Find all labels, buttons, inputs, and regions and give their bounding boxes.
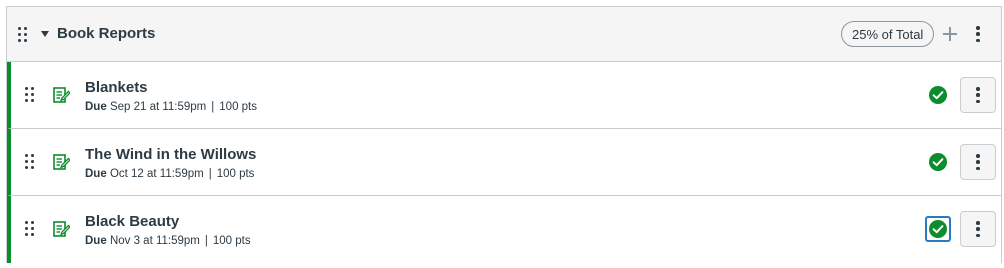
assignment-menu-button[interactable]	[960, 77, 996, 113]
kebab-menu-icon	[976, 154, 980, 170]
due-label: Due	[85, 101, 107, 113]
assignment-icon	[53, 221, 70, 237]
group-drag-handle-icon[interactable]	[18, 27, 27, 43]
kebab-menu-icon	[976, 221, 980, 237]
assignment-title-link[interactable]: Black Beauty	[85, 213, 179, 231]
due-label: Due	[85, 168, 107, 180]
assignment-menu-button[interactable]	[960, 211, 996, 247]
assignment-icon	[53, 154, 70, 170]
assignment-title-link[interactable]: Blankets	[85, 79, 148, 97]
assignment-row: The Wind in the Willows Due Oct 12 at 11…	[7, 129, 1001, 196]
group-title[interactable]: Book Reports	[57, 25, 155, 43]
group-weight-badge: 25% of Total	[841, 21, 935, 47]
assignment-title-link[interactable]: The Wind in the Willows	[85, 146, 256, 164]
kebab-menu-icon	[976, 87, 980, 103]
assignment-group-header: Book Reports 25% of Total	[7, 7, 1001, 62]
assignment-details: Due Nov 3 at 11:59pm | 100 pts	[85, 235, 251, 247]
assignment-group: Book Reports 25% of Total Blankets Due S…	[6, 6, 1002, 263]
due-date: Sep 21 at 11:59pm	[109, 101, 207, 113]
group-menu-kebab-icon[interactable]	[976, 26, 980, 42]
assignment-details: Due Oct 12 at 11:59pm | 100 pts	[85, 168, 255, 180]
due-date: Nov 3 at 11:59pm	[109, 235, 200, 247]
assignment-row: Blankets Due Sep 21 at 11:59pm | 100 pts	[7, 62, 1001, 129]
published-check-icon[interactable]	[929, 153, 947, 171]
row-drag-handle-icon[interactable]	[25, 221, 34, 237]
published-check-icon[interactable]	[929, 86, 947, 104]
assignment-row: Black Beauty Due Nov 3 at 11:59pm | 100 pt…	[7, 196, 1001, 263]
published-check-icon[interactable]	[929, 220, 947, 238]
points: 100 pts	[212, 235, 251, 247]
row-drag-handle-icon[interactable]	[25, 87, 34, 103]
row-drag-handle-icon[interactable]	[25, 154, 34, 170]
due-date: Oct 12 at 11:59pm	[109, 168, 204, 180]
add-assignment-plus-icon[interactable]	[943, 27, 957, 41]
collapse-caret-icon[interactable]	[41, 31, 49, 37]
due-label: Due	[85, 235, 107, 247]
points: 100 pts	[219, 101, 258, 113]
assignment-menu-button[interactable]	[960, 144, 996, 180]
points: 100 pts	[216, 168, 255, 180]
assignment-details: Due Sep 21 at 11:59pm | 100 pts	[85, 101, 258, 113]
assignment-icon	[53, 87, 70, 103]
